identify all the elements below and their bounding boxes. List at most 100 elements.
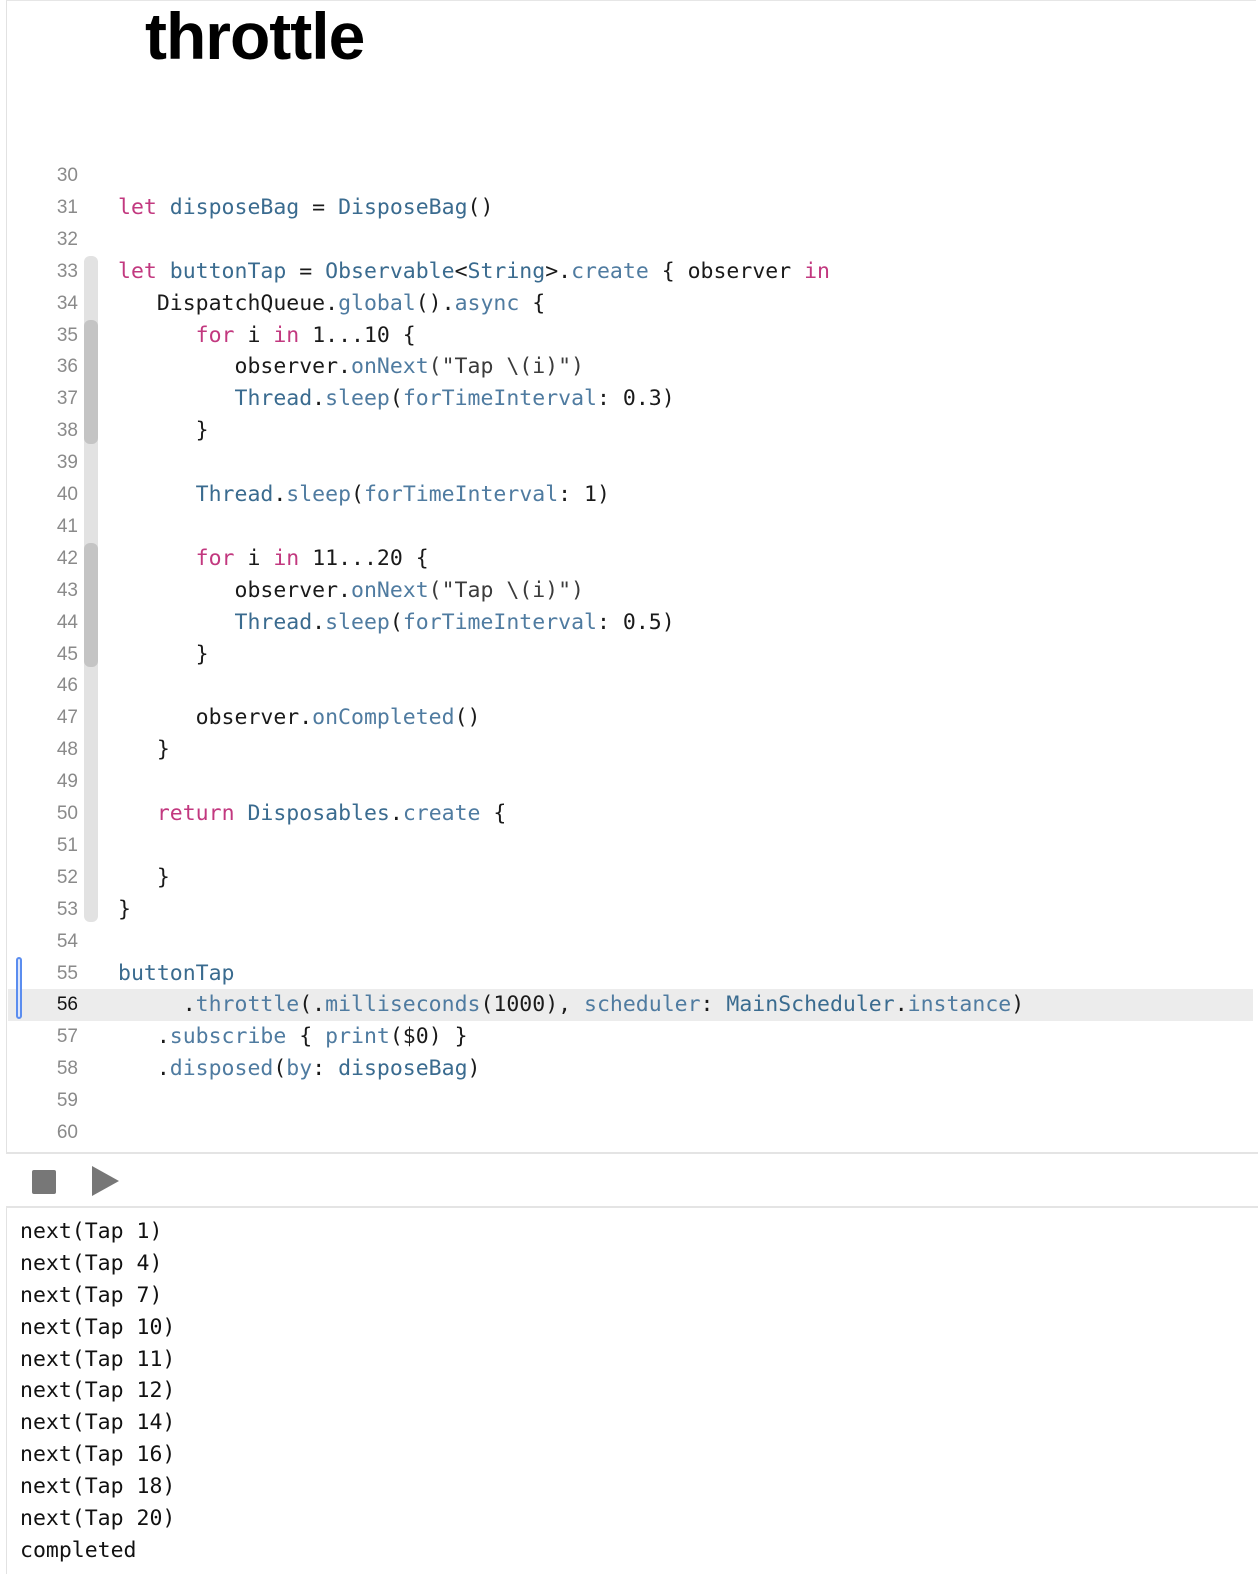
code-text: observer.onNext("Tap \(i)") [118,575,584,607]
code-token: 1...10 { [299,322,416,348]
line-number: 30 [56,165,78,186]
code-line[interactable]: 38 } [0,415,1258,447]
code-line[interactable]: 54 [0,926,1258,958]
code-line[interactable]: 48 } [0,734,1258,766]
code-text: .subscribe { print($0) } [118,1021,468,1053]
code-text: observer.onNext("Tap \(i)") [118,351,584,383]
code-token: (1000), [480,992,585,1018]
code-token: ($0) } [389,1024,468,1050]
line-number: 60 [56,1122,78,1143]
code-line[interactable]: 56 .throttle(.milliseconds(1000), schedu… [8,989,1253,1022]
line-number: 36 [56,356,78,378]
code-line[interactable]: 44 Thread.sleep(forTimeInterval: 0.5) [0,607,1258,639]
code-line[interactable]: 39 [0,447,1258,479]
code-line[interactable]: 53} [0,894,1258,926]
stop-icon[interactable] [32,1170,56,1194]
console-line: next(Tap 11) [20,1346,176,1372]
code-token: ) [1011,992,1025,1018]
code-line[interactable]: 43 observer.onNext("Tap \(i)") [0,575,1258,607]
code-token: ( [351,482,364,507]
fold-region-for-loop-1[interactable] [84,320,98,444]
debug-toolbar [6,1152,1258,1208]
line-number: 42 [56,547,78,569]
code-token: } [118,418,209,444]
line-number: 55 [56,962,78,984]
code-line[interactable]: 55 buttonTap [0,958,1258,990]
code-token: (. [299,992,326,1018]
code-line[interactable]: 46 [0,670,1258,702]
code-token: . [118,1024,170,1050]
code-token: . [118,992,196,1018]
code-line[interactable]: 42 for i in 11...20 { [0,543,1258,575]
code-token: Thread [234,386,313,412]
console-line: next(Tap 1) [20,1219,163,1244]
line-number: 41 [56,515,78,537]
console-line: next(Tap 7) [20,1282,163,1308]
code-line[interactable]: 50 return Disposables.create { [0,798,1258,830]
code-token: { observer [648,258,805,284]
code-line[interactable]: 49 [0,766,1258,798]
line-number: 45 [56,643,78,665]
line-number: 31 [56,196,78,218]
code-line[interactable]: 31 let disposeBag = DisposeBag() [0,192,1258,224]
code-line[interactable]: 36 observer.onNext("Tap \(i)") [0,351,1258,383]
code-line[interactable]: 35 for i in 1...10 { [0,320,1258,352]
line-number: 43 [56,579,78,601]
code-line[interactable]: 41 [0,511,1258,543]
code-text: for i in 11...20 { [118,543,429,575]
code-line[interactable]: 45 } [0,639,1258,671]
code-token: } [118,641,209,667]
code-text: } [118,894,131,926]
code-token: . [312,609,326,635]
code-token: ( [273,1056,287,1082]
line-number: 53 [56,898,78,920]
code-line[interactable]: 52 } [0,862,1258,894]
code-token: } [118,864,170,890]
fold-region-for-loop-2[interactable] [84,543,98,667]
code-token: { [519,290,546,316]
code-token: : [312,1056,339,1082]
console-output: next(Tap 1) next(Tap 4) next(Tap 7) next(Ta… [20,1216,1220,1567]
code-line[interactable]: 33 let buttonTap = Observable<String>.cre… [0,256,1258,288]
code-token: String [467,258,546,284]
code-line[interactable]: 60 [0,1117,1258,1149]
code-editor[interactable]: 30 31 let disposeBag = DisposeBag() 32 33 let… [0,160,1258,1148]
code-token: . [894,992,908,1018]
code-token: scheduler [584,992,701,1018]
code-text: observer.onCompleted() [118,702,481,734]
line-number: 59 [56,1090,78,1112]
code-token: create [571,258,649,284]
code-token: ( [389,386,403,412]
code-text: } [118,862,170,894]
code-text: let disposeBag = DisposeBag() [118,192,493,224]
code-line[interactable]: 37 Thread.sleep(forTimeInterval: 0.3) [0,383,1258,415]
code-line[interactable]: 40 Thread.sleep(forTimeInterval: 1) [0,479,1258,511]
code-token: = [286,258,326,284]
play-icon[interactable] [92,1166,119,1196]
code-line[interactable]: 30 [0,160,1258,192]
code-token: return [156,801,235,826]
code-line[interactable]: 57 .subscribe { print($0) } [0,1021,1258,1053]
current-line-marker [16,957,22,1019]
code-token: disposeBag [338,1056,468,1082]
code-token: onNext [351,577,429,603]
code-line[interactable]: 51 [0,830,1258,862]
code-line[interactable]: 58 .disposed(by: disposeBag) [0,1053,1258,1085]
code-line[interactable]: 59 [0,1085,1258,1117]
code-line[interactable]: 47 observer.onCompleted() [0,702,1258,734]
line-number: 35 [56,324,78,346]
line-number: 37 [56,388,78,410]
console-line: next(Tap 16) [20,1442,176,1468]
fold-region-disposables[interactable] [84,798,98,890]
line-number: 49 [56,771,78,793]
code-line[interactable]: 32 [0,224,1258,256]
code-token: { [480,801,507,826]
code-token: ("Tap \(i)") [428,577,585,603]
code-line[interactable]: 34 DispatchQueue.global().async { [0,288,1258,320]
code-token: async [454,290,520,316]
code-token: Disposables [247,801,390,826]
code-token: : 0.5) [596,609,675,635]
